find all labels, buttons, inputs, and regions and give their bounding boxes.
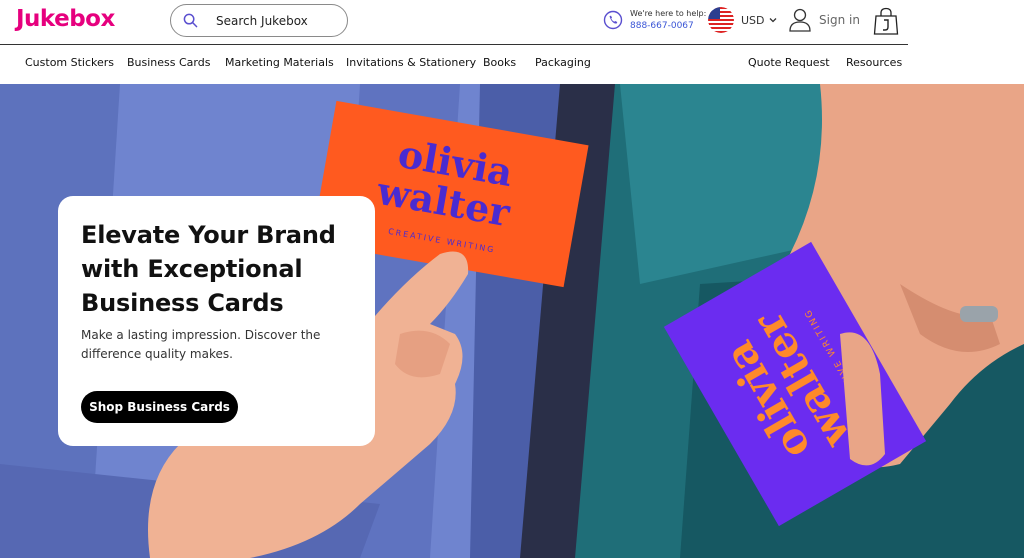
help-phone[interactable]: 888-667-0067 (630, 20, 706, 32)
search-input[interactable]: Search Jukebox (170, 4, 348, 37)
nav-item-resources[interactable]: Resources (846, 56, 902, 69)
nav-item-quote-request[interactable]: Quote Request (748, 56, 830, 69)
sign-in-link[interactable]: Sign in (789, 8, 860, 32)
logo[interactable]: Jukebox (16, 6, 115, 32)
header-divider (0, 44, 908, 45)
nav-item-books[interactable]: Books (483, 56, 516, 69)
currency-selector[interactable]: USD (708, 7, 777, 33)
nav-item-invitations-stationery[interactable]: Invitations & Stationery (346, 56, 476, 69)
hero-subtext: Make a lasting impression. Discover the … (81, 328, 321, 361)
shop-business-cards-button[interactable]: Shop Business Cards (81, 391, 238, 423)
sign-in-label: Sign in (819, 13, 860, 27)
help-contact[interactable]: We're here to help: 888-667-0067 (603, 8, 706, 32)
help-label: We're here to help: (630, 9, 707, 18)
nav-item-packaging[interactable]: Packaging (535, 56, 591, 69)
chevron-down-icon (769, 18, 776, 23)
nav-item-custom-stickers[interactable]: Custom Stickers (25, 56, 114, 69)
search-placeholder: Search Jukebox (216, 13, 308, 28)
user-icon (789, 8, 811, 32)
nav-item-business-cards[interactable]: Business Cards (127, 56, 210, 69)
top-header: Jukebox Search Jukebox We're here to hel… (0, 0, 1024, 44)
us-flag-icon (708, 7, 734, 33)
currency-label: USD (741, 13, 765, 27)
hero-banner: olivia walter CREATIVE WRITING olivia wa… (0, 84, 1024, 558)
main-nav: Custom Stickers Business Cards Marketing… (0, 56, 1024, 72)
hero-card: Elevate Your Brand with Exceptional Busi… (58, 196, 375, 446)
nav-item-marketing-materials[interactable]: Marketing Materials (225, 56, 334, 69)
shopping-bag-icon[interactable] (873, 7, 899, 35)
hero-headline: Elevate Your Brand with Exceptional Busi… (81, 221, 336, 317)
search-icon (183, 13, 198, 28)
phone-icon (603, 10, 623, 30)
